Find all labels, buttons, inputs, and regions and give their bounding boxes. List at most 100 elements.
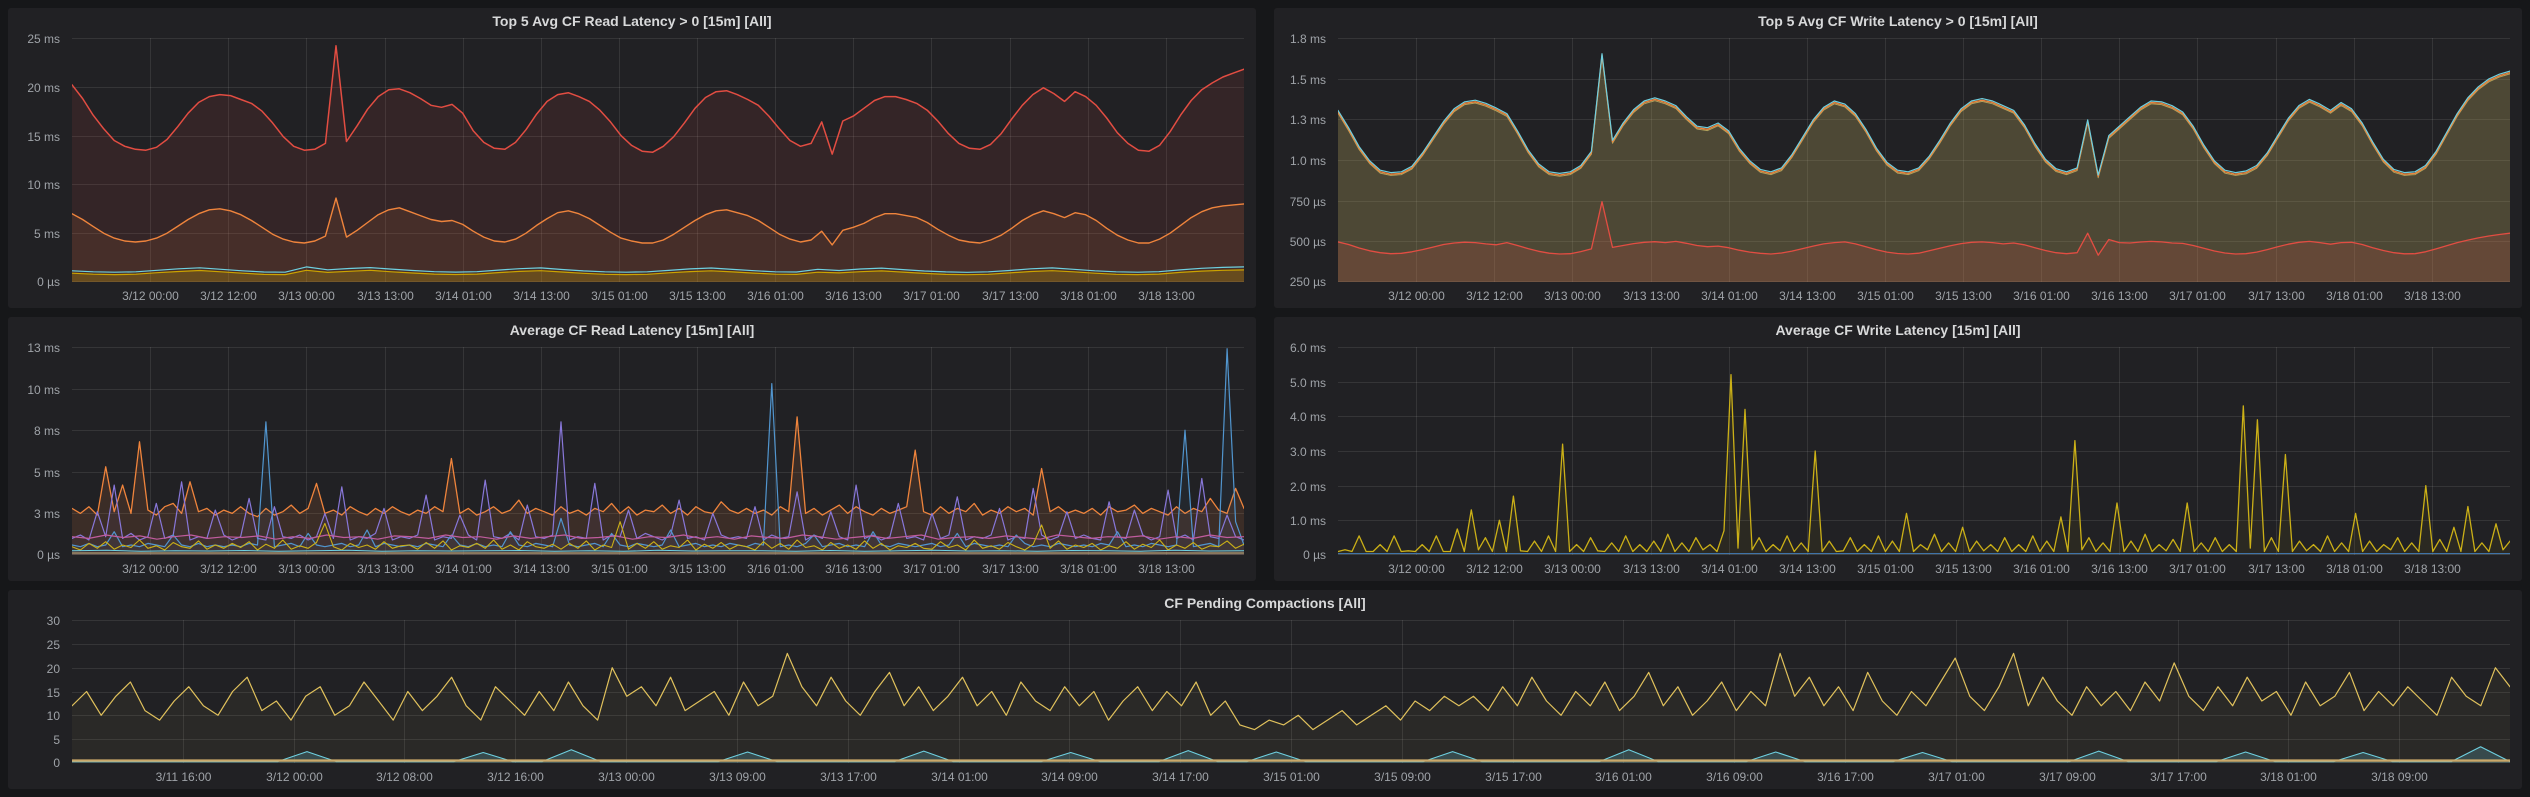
x-tick-label: 3/13 13:00	[357, 562, 414, 576]
avg-write-latency-chart: 0 µs1.0 ms2.0 ms3.0 ms4.0 ms5.0 ms6.0 ms…	[1280, 343, 2512, 577]
x-tick-label: 3/14 13:00	[513, 289, 570, 303]
x-tick-label: 3/16 13:00	[825, 289, 882, 303]
y-tick-label: 10	[47, 709, 60, 723]
x-tick-label: 3/13 00:00	[278, 289, 335, 303]
avg-read-latency-chart: 0 µs3 ms5 ms8 ms10 ms13 ms 3/12 00:003/1…	[14, 343, 1246, 577]
x-tick-label: 3/12 00:00	[1388, 289, 1445, 303]
y-tick-label: 500 µs	[1290, 235, 1326, 249]
x-tick-label: 3/15 01:00	[1857, 562, 1914, 576]
x-axis-labels: 3/12 00:003/12 12:003/13 00:003/13 13:00…	[1338, 284, 2510, 304]
x-tick-label: 3/16 09:00	[1706, 770, 1763, 784]
y-axis-labels: 0 µs3 ms5 ms8 ms10 ms13 ms	[14, 347, 68, 555]
x-tick-label: 3/18 01:00	[1060, 562, 1117, 576]
x-tick-label: 3/13 13:00	[357, 289, 414, 303]
panel-pending-compactions: CF Pending Compactions [All] 05101520253…	[8, 590, 2522, 789]
y-tick-label: 8 ms	[34, 424, 60, 438]
x-tick-label: 3/16 13:00	[825, 562, 882, 576]
plot-area[interactable]	[72, 620, 2510, 763]
y-tick-label: 10 ms	[27, 383, 60, 397]
y-axis-labels: 0 µs5 ms10 ms15 ms20 ms25 ms	[14, 38, 68, 282]
y-tick-label: 3.0 ms	[1290, 445, 1326, 459]
x-axis-labels: 3/12 00:003/12 12:003/13 00:003/13 13:00…	[1338, 557, 2510, 577]
x-tick-label: 3/14 13:00	[513, 562, 570, 576]
panel-title[interactable]: Top 5 Avg CF Write Latency > 0 [15m] [Al…	[1274, 8, 2522, 34]
y-tick-label: 5 ms	[34, 466, 60, 480]
x-tick-label: 3/18 01:00	[1060, 289, 1117, 303]
x-tick-label: 3/15 13:00	[669, 562, 726, 576]
x-tick-label: 3/15 01:00	[591, 289, 648, 303]
x-tick-label: 3/12 00:00	[122, 289, 179, 303]
y-tick-label: 4.0 ms	[1290, 410, 1326, 424]
x-tick-label: 3/12 00:00	[266, 770, 323, 784]
x-tick-label: 3/17 13:00	[2248, 289, 2305, 303]
y-tick-label: 750 µs	[1290, 195, 1326, 209]
x-tick-label: 3/12 12:00	[200, 562, 257, 576]
x-tick-label: 3/15 13:00	[1935, 289, 1992, 303]
x-tick-label: 3/18 01:00	[2326, 289, 2383, 303]
y-axis-labels: 0 µs1.0 ms2.0 ms3.0 ms4.0 ms5.0 ms6.0 ms	[1280, 347, 1334, 555]
x-tick-label: 3/13 00:00	[278, 562, 335, 576]
x-tick-label: 3/17 13:00	[982, 562, 1039, 576]
x-tick-label: 3/17 01:00	[2169, 289, 2226, 303]
x-tick-label: 3/14 13:00	[1779, 562, 1836, 576]
x-tick-label: 3/18 13:00	[1138, 562, 1195, 576]
y-tick-label: 2.0 ms	[1290, 480, 1326, 494]
y-tick-label: 0 µs	[37, 275, 60, 289]
plot-area[interactable]	[1338, 38, 2510, 282]
x-tick-label: 3/17 01:00	[903, 289, 960, 303]
x-axis-labels: 3/11 16:003/12 00:003/12 08:003/12 16:00…	[72, 765, 2510, 785]
x-tick-label: 3/12 08:00	[376, 770, 433, 784]
x-tick-label: 3/14 17:00	[1152, 770, 1209, 784]
x-tick-label: 3/12 12:00	[1466, 289, 1523, 303]
x-tick-label: 3/12 00:00	[122, 562, 179, 576]
y-tick-label: 0 µs	[37, 548, 60, 562]
x-tick-label: 3/17 01:00	[1928, 770, 1985, 784]
x-tick-label: 3/18 13:00	[1138, 289, 1195, 303]
panel-title[interactable]: Average CF Read Latency [15m] [All]	[8, 317, 1256, 343]
x-tick-label: 3/17 17:00	[2150, 770, 2207, 784]
panel-title[interactable]: CF Pending Compactions [All]	[8, 590, 2522, 616]
y-tick-label: 25 ms	[27, 32, 60, 46]
x-tick-label: 3/15 01:00	[1857, 289, 1914, 303]
x-tick-label: 3/18 01:00	[2260, 770, 2317, 784]
y-tick-label: 20 ms	[27, 81, 60, 95]
plot-area[interactable]	[72, 38, 1244, 282]
x-tick-label: 3/18 09:00	[2371, 770, 2428, 784]
x-tick-label: 3/16 13:00	[2091, 562, 2148, 576]
y-tick-label: 5	[53, 733, 60, 747]
x-tick-label: 3/16 17:00	[1817, 770, 1874, 784]
x-tick-label: 3/12 12:00	[1466, 562, 1523, 576]
x-tick-label: 3/11 16:00	[156, 770, 212, 784]
x-tick-label: 3/13 09:00	[709, 770, 766, 784]
y-tick-label: 10 ms	[27, 178, 60, 192]
x-tick-label: 3/13 00:00	[1544, 562, 1601, 576]
y-tick-label: 5.0 ms	[1290, 376, 1326, 390]
x-tick-label: 3/14 01:00	[1701, 289, 1758, 303]
read-latency-chart: 0 µs5 ms10 ms15 ms20 ms25 ms 3/12 00:003…	[14, 34, 1246, 304]
x-tick-label: 3/14 01:00	[435, 289, 492, 303]
plot-area[interactable]	[72, 347, 1244, 555]
x-axis-labels: 3/12 00:00 3/12 12:00 3/13 00:00 3/13 13:00…	[72, 557, 1244, 577]
x-tick-label: 3/16 01:00	[2013, 289, 2070, 303]
y-tick-label: 13 ms	[27, 341, 60, 355]
x-tick-label: 3/15 17:00	[1485, 770, 1542, 784]
x-tick-label: 3/17 13:00	[2248, 562, 2305, 576]
x-axis-labels: 3/12 00:003/12 12:003/13 00:003/13 13:00…	[72, 284, 1244, 304]
x-tick-label: 3/17 01:00	[903, 562, 960, 576]
x-tick-label: 3/14 01:00	[1701, 562, 1758, 576]
x-tick-label: 3/17 09:00	[2039, 770, 2096, 784]
x-tick-label: 3/16 01:00	[1595, 770, 1652, 784]
y-tick-label: 5 ms	[34, 227, 60, 241]
y-axis-labels: 051015202530	[14, 620, 68, 763]
pending-compactions-chart: 051015202530 3/11 16:003/12 00:003/12 08…	[14, 616, 2512, 785]
panel-avg-read-latency: Average CF Read Latency [15m] [All] 0 µs…	[8, 317, 1256, 581]
y-tick-label: 0	[53, 756, 60, 770]
write-latency-chart: 250 µs500 µs750 µs1.0 ms1.3 ms1.5 ms1.8 …	[1280, 34, 2512, 304]
x-tick-label: 3/14 01:00	[931, 770, 988, 784]
panel-title[interactable]: Average CF Write Latency [15m] [All]	[1274, 317, 2522, 343]
y-tick-label: 1.3 ms	[1290, 113, 1326, 127]
x-tick-label: 3/15 01:00	[1263, 770, 1320, 784]
x-tick-label: 3/16 13:00	[2091, 289, 2148, 303]
plot-area[interactable]	[1338, 347, 2510, 555]
panel-title[interactable]: Top 5 Avg CF Read Latency > 0 [15m] [All…	[8, 8, 1256, 34]
